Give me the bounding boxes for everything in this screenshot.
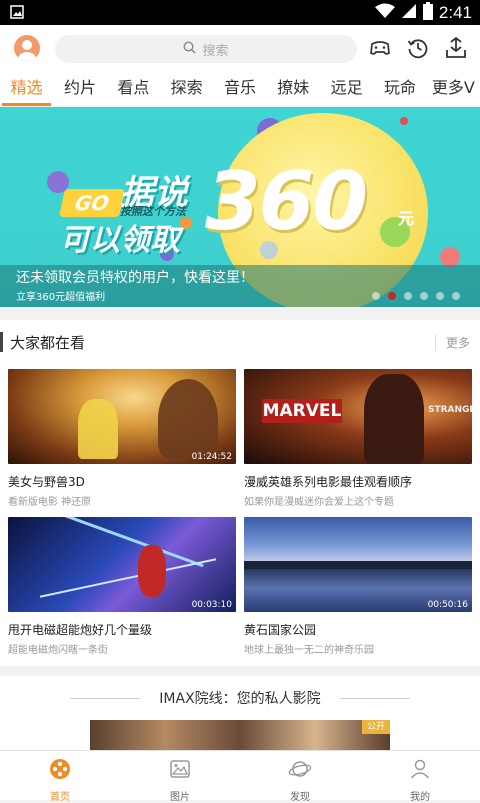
nav-label: 我的 bbox=[410, 792, 430, 803]
popular-section: 大家都在看 更多 01:24:52 美女与野兽3D 看新版电影 神还原 MARV… bbox=[0, 320, 480, 666]
video-title[interactable]: 甩开电磁超能炮好几个量级 bbox=[8, 621, 236, 638]
search-icon bbox=[183, 40, 197, 58]
tab-flirt[interactable]: 撩妹 bbox=[267, 71, 320, 106]
nav-label: 首页 bbox=[50, 792, 70, 803]
video-card[interactable]: 01:24:52 美女与野兽3D 看新版电影 神还原 bbox=[8, 369, 236, 508]
video-subtitle: 超能电磁炮闪瞎一条街 bbox=[8, 645, 108, 656]
video-thumbnail[interactable]: 00:03:10 bbox=[8, 517, 236, 612]
banner-unit: 元 bbox=[398, 209, 415, 228]
planet-icon bbox=[288, 761, 312, 785]
carousel-dot[interactable] bbox=[420, 292, 428, 300]
tab-dating[interactable]: 约片 bbox=[53, 71, 106, 106]
download-icon[interactable] bbox=[444, 36, 468, 60]
tab-explore[interactable]: 探索 bbox=[160, 71, 213, 106]
video-thumbnail[interactable]: 01:24:52 bbox=[8, 369, 236, 464]
video-subtitle: 如果你是漫威迷你会爱上这个专题 bbox=[244, 497, 394, 508]
imax-tag: 公开 bbox=[362, 720, 390, 734]
nav-pictures[interactable]: 图片 bbox=[120, 751, 240, 803]
picture-icon bbox=[168, 760, 192, 785]
video-subtitle: 看新版电影 神还原 bbox=[8, 497, 92, 508]
carousel-dot[interactable] bbox=[452, 292, 460, 300]
bottom-nav: 首页 图片 发现 我的 bbox=[0, 750, 480, 803]
carousel-dots bbox=[372, 292, 460, 300]
marvel-poster-text: MARVEL bbox=[262, 399, 342, 423]
section-marker bbox=[0, 332, 3, 352]
search-placeholder: 搜索 bbox=[202, 43, 229, 59]
top-bar: 搜索 bbox=[0, 25, 480, 71]
carousel-dot[interactable] bbox=[388, 292, 396, 300]
video-title[interactable]: 美女与野兽3D bbox=[8, 473, 236, 490]
image-notification-icon bbox=[10, 4, 24, 23]
tab-extreme[interactable]: 玩命 bbox=[373, 71, 426, 106]
banner-subcaption: 立享360元超值福利 bbox=[16, 292, 106, 303]
imax-section: IMAX院线：您的私人影院 公开 bbox=[0, 676, 480, 750]
category-tabs: 精选 约片 看点 探索 音乐 撩妹 远足 玩命 更多V bbox=[0, 71, 480, 107]
section-title: 大家都在看 bbox=[10, 334, 86, 352]
film-reel-icon bbox=[48, 759, 72, 785]
tab-hiking[interactable]: 远足 bbox=[320, 71, 373, 106]
video-duration: 00:03:10 bbox=[191, 600, 232, 610]
carousel-dot[interactable] bbox=[436, 292, 444, 300]
avatar[interactable] bbox=[14, 35, 40, 61]
status-time: 2:41 bbox=[438, 2, 472, 22]
decor-ball bbox=[400, 117, 408, 125]
video-duration: 00:50:16 bbox=[427, 600, 468, 610]
battery-icon bbox=[422, 1, 433, 24]
video-title[interactable]: 漫威英雄系列电影最佳观看顺序 bbox=[244, 473, 472, 490]
imax-thumbnail[interactable] bbox=[90, 720, 390, 750]
video-thumbnail[interactable]: MARVEL STRANGE bbox=[244, 369, 472, 464]
nav-profile[interactable]: 我的 bbox=[360, 751, 480, 803]
section-header: 大家都在看 更多 bbox=[0, 330, 480, 356]
video-thumbnail[interactable]: 00:50:16 bbox=[244, 517, 472, 612]
signal-icon bbox=[401, 3, 417, 23]
status-bar: 2:41 bbox=[0, 0, 480, 25]
tab-highlights[interactable]: 看点 bbox=[107, 71, 160, 106]
nav-label: 发现 bbox=[290, 792, 310, 803]
banner-go-badge: GO bbox=[59, 189, 125, 217]
gamepad-icon[interactable] bbox=[368, 36, 392, 60]
history-icon[interactable] bbox=[406, 36, 430, 60]
tab-more[interactable]: 更多V bbox=[427, 71, 480, 106]
video-card[interactable]: 00:03:10 甩开电磁超能炮好几个量级 超能电磁炮闪瞎一条街 bbox=[8, 517, 236, 656]
search-input[interactable]: 搜索 bbox=[55, 35, 357, 63]
tab-music[interactable]: 音乐 bbox=[213, 71, 266, 106]
nav-discover[interactable]: 发现 bbox=[240, 751, 360, 803]
nav-label: 图片 bbox=[170, 792, 190, 803]
strange-poster-text: STRANGE bbox=[428, 405, 472, 415]
divider bbox=[340, 698, 410, 699]
tab-featured[interactable]: 精选 bbox=[0, 71, 53, 106]
carousel-dot[interactable] bbox=[404, 292, 412, 300]
video-subtitle: 地球上最独一无二的神奇乐园 bbox=[244, 645, 374, 656]
banner-headline-2: 可以领取 bbox=[60, 223, 180, 258]
wifi-icon bbox=[374, 3, 395, 23]
banner-caption: 还未领取会员特权的用户，快看这里！ bbox=[16, 270, 254, 286]
video-card[interactable]: 00:50:16 黄石国家公园 地球上最独一无二的神奇乐园 bbox=[244, 517, 472, 656]
user-icon bbox=[408, 759, 432, 785]
video-duration: 01:24:52 bbox=[191, 452, 232, 462]
video-title[interactable]: 黄石国家公园 bbox=[244, 621, 472, 638]
carousel-dot[interactable] bbox=[372, 292, 380, 300]
more-link[interactable]: 更多 bbox=[434, 334, 470, 351]
promo-banner[interactable]: GO 据说 按照这个方法 可以领取 360 元 还未领取会员特权的用户，快看这里… bbox=[0, 107, 480, 307]
decor-ball bbox=[440, 247, 460, 267]
video-card[interactable]: MARVEL STRANGE 漫威英雄系列电影最佳观看顺序 如果你是漫威迷你会爱… bbox=[244, 369, 472, 508]
nav-home[interactable]: 首页 bbox=[0, 751, 120, 803]
banner-number: 360 bbox=[205, 155, 368, 248]
